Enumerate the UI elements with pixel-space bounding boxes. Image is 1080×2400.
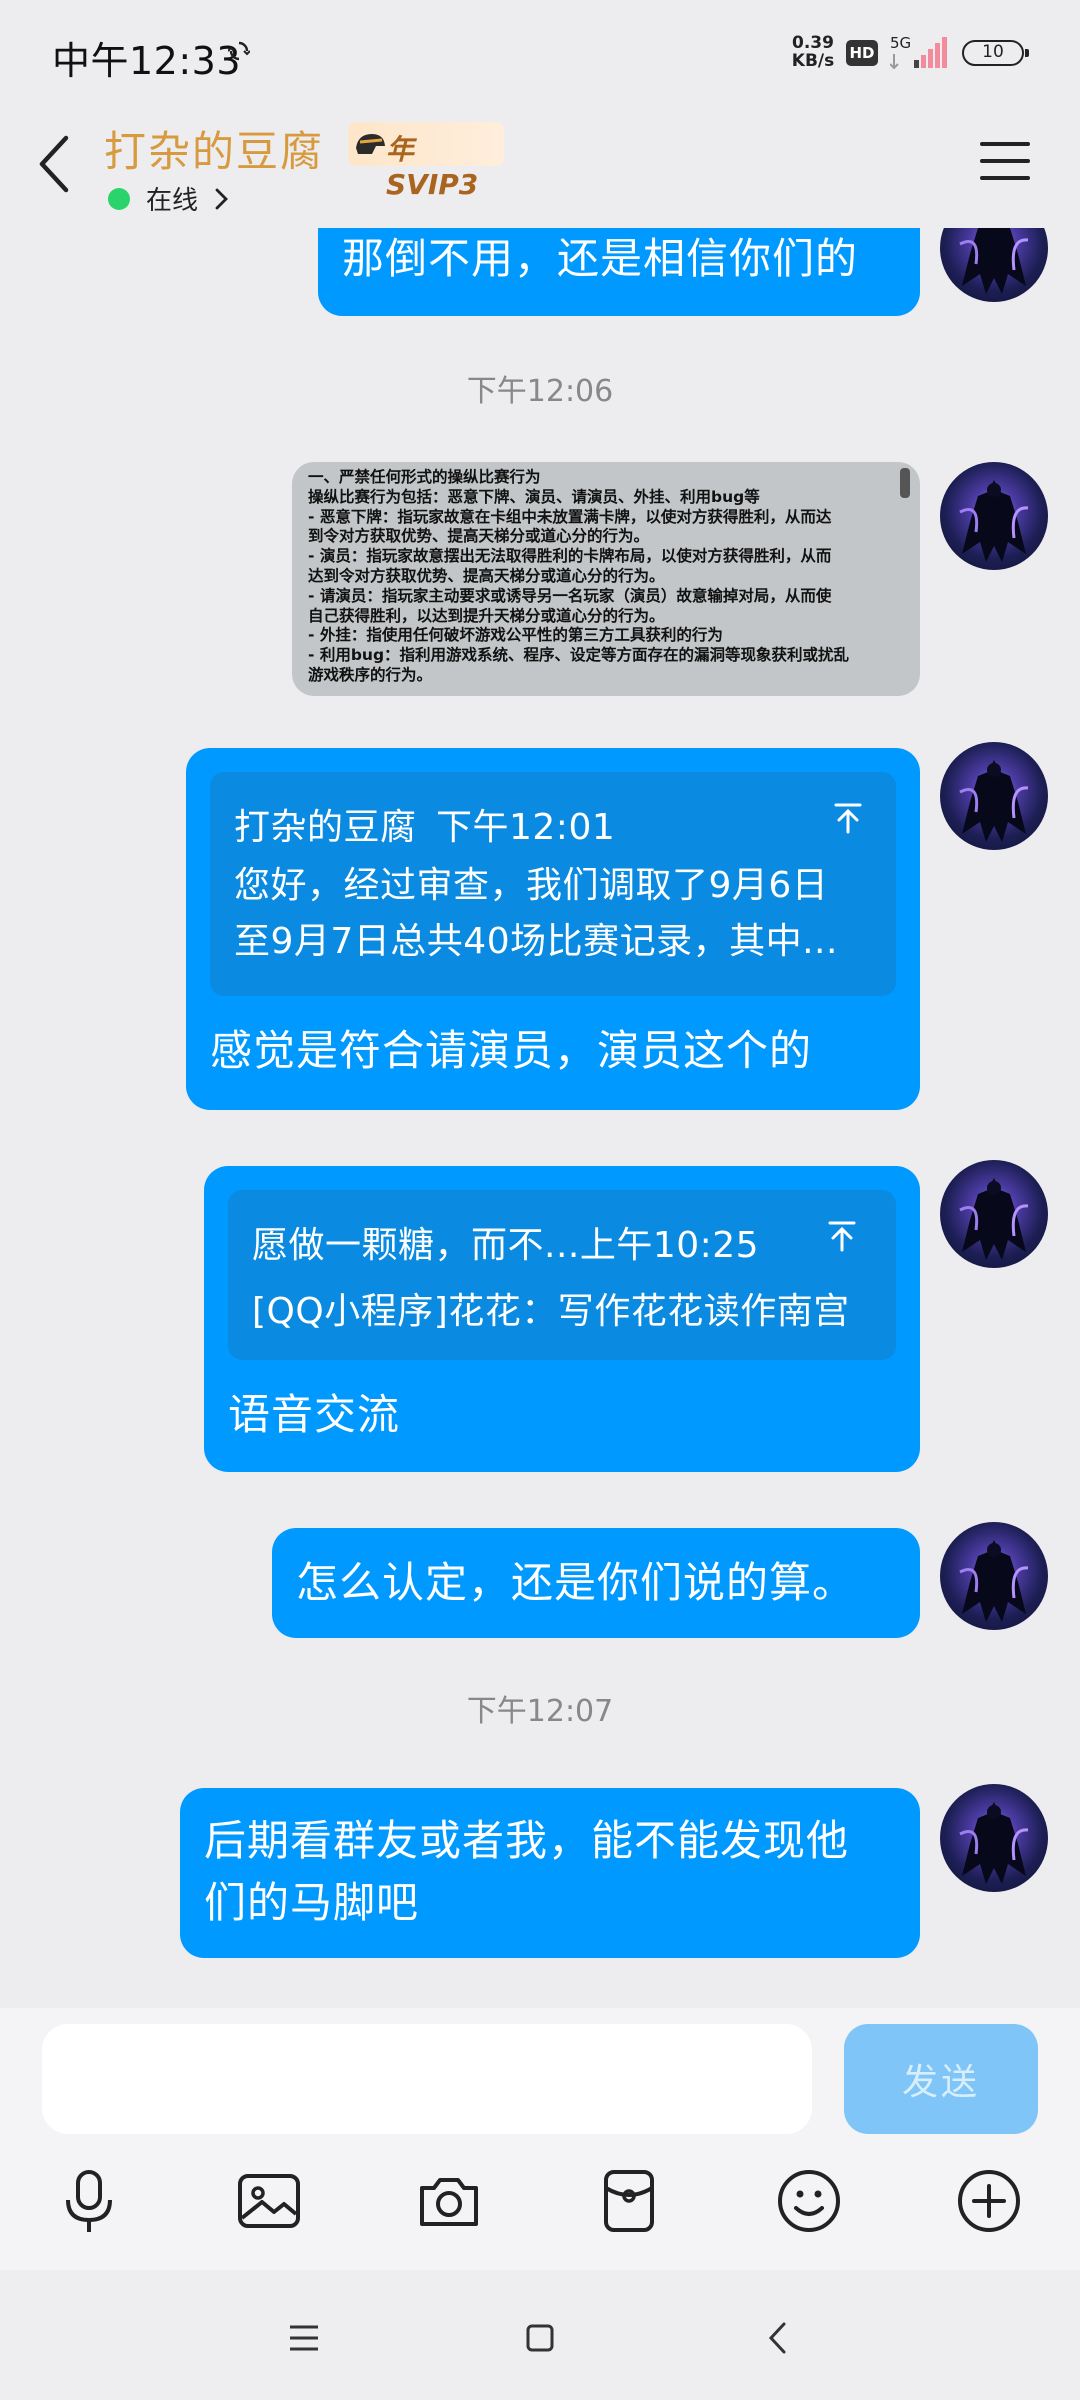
quote-time: 下午12:01 — [436, 807, 616, 848]
avatar[interactable] — [940, 1522, 1048, 1630]
camera-button[interactable] — [404, 2156, 494, 2246]
chat-header: 打杂的豆腐 年SVIP3 在线 — [0, 104, 1080, 228]
image-text-line: - 利用bug：指利用游戏系统、程序、设定等方面存在的漏洞等现象获利或扰乱 — [308, 646, 850, 665]
message-input[interactable] — [42, 2024, 812, 2134]
nav-home-button[interactable] — [510, 2310, 570, 2366]
image-text-line: - 恶意下牌：指玩家故意在卡组中未放置满卡牌，以使对方获得胜利，从而达 — [308, 507, 832, 526]
avatar-image — [959, 228, 1029, 294]
timestamp-divider: 下午12:06 — [466, 374, 614, 409]
message-text: 那倒不用，还是相信你们的 — [342, 234, 859, 283]
send-button[interactable]: 发送 — [844, 2024, 1038, 2134]
status-time: 中午12:33 — [52, 39, 242, 83]
timestamp-divider: 下午12:07 — [466, 1694, 614, 1729]
nav-back-button[interactable] — [748, 2310, 808, 2366]
quoted-message[interactable]: 打杂的豆腐 下午12:01 您好，经过审查，我们调取了9月6日 至9月7日总共4… — [210, 772, 896, 996]
quote-text: [QQ小程序]花花：写作花花读作南宫 — [252, 1291, 850, 1332]
avatar[interactable] — [940, 742, 1048, 850]
message-bubble[interactable]: 怎么认定，还是你们说的算。 — [272, 1528, 920, 1638]
image-text-line: 操纵比赛行为包括：恶意下牌、演员、请演员、外挂、利用bug等 — [308, 487, 760, 506]
voice-button[interactable] — [44, 2156, 134, 2246]
network-speed-unit: KB/s — [791, 51, 835, 71]
avatar-image — [959, 1178, 1029, 1260]
contact-name[interactable]: 打杂的豆腐 — [104, 118, 324, 179]
system-nav-bar — [0, 2270, 1080, 2400]
avatar-image — [959, 1802, 1029, 1884]
image-message[interactable]: 一、严禁任何形式的操纵比赛行为 操纵比赛行为包括：恶意下牌、演员、请演员、外挂、… — [292, 462, 920, 696]
network-speed: 0.39 KB/s — [786, 34, 840, 70]
status-bar: 中午12:33 0.39 KB/s HD 5G 10 — [0, 0, 1080, 104]
more-button[interactable] — [944, 2156, 1034, 2246]
jump-to-original-icon[interactable] — [832, 802, 864, 834]
image-text-line: 一、严禁任何形式的操纵比赛行为 — [308, 468, 541, 486]
message-text-line: 后期看群友或者我，能不能发现他 — [204, 1816, 850, 1865]
message-bubble-with-quote[interactable]: 打杂的豆腐 下午12:01 您好，经过审查，我们调取了9月6日 至9月7日总共4… — [186, 748, 920, 1110]
sync-icon — [228, 41, 250, 61]
avatar-image — [959, 760, 1029, 842]
back-icon — [768, 2322, 786, 2354]
signal-icon: 5G — [890, 34, 947, 70]
helmet-icon — [356, 134, 385, 154]
hd-badge: HD — [846, 40, 878, 66]
image-icon — [238, 2174, 300, 2228]
camera-icon — [420, 2178, 478, 2226]
message-text-line: 们的马脚吧 — [204, 1878, 420, 1927]
avatar[interactable] — [940, 1784, 1048, 1892]
image-text-line: - 外挂：指使用任何破坏游戏公平性的第三方工具获利的行为 — [308, 626, 723, 645]
message-bubble[interactable]: 那倒不用，还是相信你们的 — [318, 228, 920, 316]
menu-icon — [290, 2325, 318, 2351]
red-packet-icon — [604, 2170, 654, 2232]
red-packet-button[interactable] — [584, 2156, 674, 2246]
online-status-text[interactable]: 在线 — [146, 180, 198, 217]
battery-indicator: 10 — [962, 40, 1029, 66]
image-text-line: 达到令对方获取优势、提高天梯分或道心分的行为。 — [308, 566, 665, 585]
back-arrow-icon[interactable] — [34, 132, 74, 196]
avatar[interactable] — [940, 228, 1048, 302]
jump-to-original-icon[interactable] — [826, 1220, 858, 1252]
avatar[interactable] — [940, 462, 1048, 570]
message-text: 后期看群友或者我，能不能发现他 们的马脚吧 — [204, 1810, 849, 1934]
online-status-dot — [108, 188, 130, 210]
menu-icon[interactable] — [980, 140, 1030, 182]
quote-text-line: 您好，经过审查，我们调取了9月6日 — [234, 865, 829, 906]
message-bubble[interactable]: 后期看群友或者我，能不能发现他 们的马脚吧 — [180, 1788, 920, 1958]
input-area: 发送 — [0, 2008, 1080, 2270]
network-speed-value: 0.39 — [792, 33, 834, 53]
image-text-line: 自己获得胜利，以达到提升天梯分或道心分的行为。 — [308, 606, 665, 625]
message-text: 语音交流 — [228, 1390, 401, 1439]
message-text: 感觉是符合请演员，演员这个的 — [210, 1026, 813, 1075]
chevron-right-icon[interactable] — [214, 186, 230, 212]
image-scrollbar — [900, 468, 910, 498]
quote-header: 愿做一颗糖，而不...上午10:25 — [252, 1225, 760, 1266]
avatar-image — [959, 480, 1029, 562]
message-text: 怎么认定，还是你们说的算。 — [296, 1558, 856, 1607]
plus-icon — [958, 2170, 1020, 2232]
emoji-button[interactable] — [764, 2156, 854, 2246]
message-bubble-with-quote[interactable]: 愿做一颗糖，而不...上午10:25 [QQ小程序]花花：写作花花读作南宫 语音… — [204, 1166, 920, 1472]
avatar-image — [959, 1540, 1029, 1622]
emoji-icon — [778, 2170, 840, 2232]
quote-text: 您好，经过审查，我们调取了9月6日 至9月7日总共40场比赛记录，其中... — [234, 858, 838, 970]
avatar[interactable] — [940, 1160, 1048, 1268]
message-list[interactable]: 那倒不用，还是相信你们的 下午12:06 一、严禁任何形式的操纵比赛行为 操纵比… — [0, 228, 1080, 2008]
vip-badge-label: 年SVIP3 — [386, 133, 479, 201]
image-text-line: 到令对方获取优势、提高天梯分或道心分的行为。 — [308, 527, 650, 546]
microphone-icon — [66, 2170, 112, 2232]
image-text-line: 游戏秩序的行为。 — [308, 665, 433, 684]
photo-button[interactable] — [224, 2156, 314, 2246]
quote-text-line: 至9月7日总共40场比赛记录，其中... — [234, 921, 838, 962]
image-text-line: - 演员：指玩家故意摆出无法取得胜利的卡牌布局，以使对方获得胜利，从而 — [308, 547, 832, 566]
nav-recents-button[interactable] — [274, 2310, 334, 2366]
image-text-content: 一、严禁任何形式的操纵比赛行为 操纵比赛行为包括：恶意下牌、演员、请演员、外挂、… — [308, 468, 902, 686]
vip-badge[interactable]: 年SVIP3 — [348, 122, 504, 201]
quoted-message[interactable]: 愿做一颗糖，而不...上午10:25 [QQ小程序]花花：写作花花读作南宫 — [228, 1190, 896, 1360]
quote-sender: 打杂的豆腐 — [234, 807, 417, 848]
home-icon — [526, 2324, 554, 2352]
network-type: 5G — [890, 34, 911, 52]
image-text-line: - 请演员：指玩家主动要求或诱导另一名玩家（演员）故意输掉对局，从而使 — [308, 586, 832, 605]
